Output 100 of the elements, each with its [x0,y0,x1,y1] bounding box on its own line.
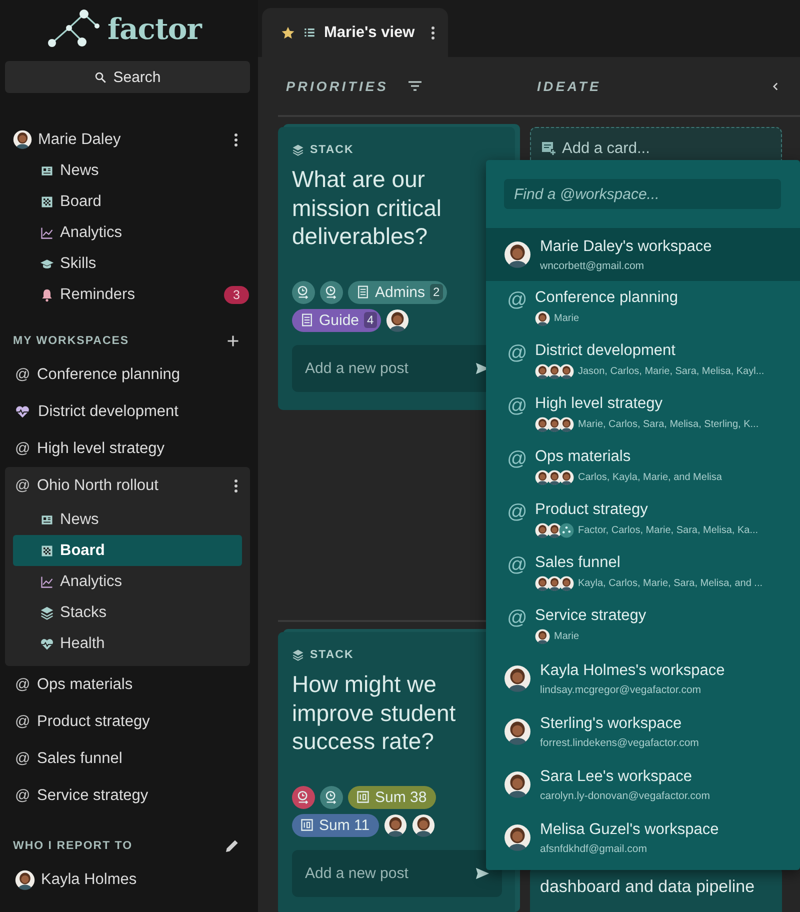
filter-icon [406,78,423,94]
nav-item[interactable]: Skills [5,248,250,279]
more-icon[interactable] [234,132,238,146]
member-list: Factor, Carlos, Marie, Sara, Melisa, Ka... [578,525,758,536]
workspace-option[interactable]: Marie Daley's workspace wncorbett@gmail.com [486,228,800,281]
at-symbol: @ [507,395,527,417]
avatar-icon [15,870,35,890]
option-title: Conference planning [535,289,678,307]
workspace-item[interactable]: @ High level strategy [5,430,250,467]
option-email: carolyn.ly-donovan@vegafactor.com [540,790,710,802]
workspace-option[interactable]: Sterling's workspace forrest.lindekens@vegafactor.com [486,705,800,758]
nav-item[interactable]: Reminders 3 [5,279,250,310]
tag-chip[interactable]: Sum 11 [292,814,379,836]
avatar-icon [13,130,32,149]
count-badge: 2 [430,284,443,300]
tag-chip[interactable]: Guide 4 [292,308,381,332]
more-icon[interactable] [430,26,435,40]
workspace-item[interactable]: @ Ops materials [5,666,250,703]
nav-item[interactable]: Health [5,628,250,659]
nav-item[interactable]: Analytics [5,217,250,248]
plus-icon [226,334,240,348]
list-icon [303,26,316,39]
document-icon [356,285,370,299]
at-symbol: @ [15,750,29,767]
column-title: PRIORITIES [286,78,389,94]
member-list: Marie [554,631,580,642]
nav-item[interactable]: Stacks [5,597,250,628]
timer-button[interactable] [320,280,343,304]
workspace-option[interactable]: Kayla Holmes's workspace lindsay.mcgregor@vegafactor.com [486,652,800,705]
avatar-icon [535,311,550,326]
nav-item[interactable]: Board [13,535,242,566]
avatar-icon [504,665,531,692]
option-email: lindsay.mcgregor@vegafactor.com [540,684,702,696]
view-tab[interactable]: Marie's view [262,8,448,57]
workspace-option[interactable]: @ Service strategy Marie [486,599,800,652]
avatar-icon [547,523,562,538]
chart-icon [40,226,54,240]
avatar-icon [559,470,574,485]
more-icon[interactable] [234,478,238,492]
count-badge: 3 [224,286,249,304]
user-item[interactable]: Marie Daley [5,124,250,155]
option-title: Ops materials [535,448,632,466]
timer-button[interactable] [292,280,315,304]
option-title: Product strategy [535,501,649,519]
heart-pulse-icon [40,636,54,650]
workspace-option[interactable]: @ Ops materials Carlos, Kayla, Marie, and Melisa [486,440,800,493]
avatar-icon [504,771,531,798]
option-title: Sterling's workspace [540,714,683,732]
news-icon [40,512,54,526]
avatar-icon [386,308,409,332]
at-symbol: @ [15,787,29,804]
card-title: What are our mission critical deliverables? [292,165,443,250]
workspace-item[interactable]: @ Product strategy [5,703,250,740]
avatar-icon [384,814,407,836]
avatar-icon [559,576,574,591]
option-title: Sara Lee's workspace [540,768,694,786]
nav-item[interactable]: Board [5,186,250,217]
nav-item[interactable]: News [5,155,250,186]
avatar-icon [535,576,550,591]
member-list: Carlos, Kayla, Marie, and Melisa [578,472,722,483]
workspace-option[interactable]: @ Product strategy Factor, Carlos, Marie, Sara, Melisa, Ka... [486,493,800,546]
calendar-icon [300,818,314,832]
workspace-item[interactable]: District development [5,393,250,430]
clock-icon [324,284,339,300]
member-list: Kayla, Carlos, Marie, Sara, Melisa, and ... [578,578,763,589]
timer-button[interactable] [292,786,315,808]
nav-item[interactable]: Analytics [5,566,250,597]
workspace-option[interactable]: @ Sales funnel Kayla, Carlos, Marie, Sara, Melisa, and ... [486,546,800,599]
member-list: Jason, Carlos, Marie, Sara, Melisa, Kayl... [578,366,764,377]
heart-pulse-icon [15,404,30,419]
at-symbol: @ [507,289,527,311]
avatar-icon [559,417,574,432]
search-button[interactable]: Search [5,61,250,93]
tag-chip[interactable]: Admins 2 [348,280,447,304]
avatar-icon [504,824,531,851]
workspace-item[interactable]: @ Conference planning [5,356,250,393]
workspace-item[interactable]: @ Sales funnel [5,740,250,777]
avatar-icon [504,241,531,268]
member-list: Marie [554,313,580,324]
card-type-label: STACK [310,649,354,661]
timer-button[interactable] [320,786,343,808]
avatar-icon [504,718,531,745]
avatar-icon [535,417,550,432]
avatar-icon [547,576,562,591]
grid-icon [40,194,54,208]
workspace-option[interactable]: @ Conference planning Marie [486,281,800,334]
workspace-item[interactable]: @ Service strategy [5,777,250,814]
person-item[interactable]: Kayla Holmes [5,861,250,898]
workspace-option[interactable]: Sara Lee's workspace carolyn.ly-donovan@vegafactor.com [486,758,800,811]
at-symbol: @ [507,448,527,470]
calendar-icon [356,790,370,804]
clock-icon [324,790,339,804]
post-field[interactable]: Add a new post [292,850,502,896]
workspace-item[interactable]: @ Ohio North rollout [5,467,250,504]
workspace-search-field[interactable]: Find a @workspace... [504,179,781,209]
avatar-icon [535,470,550,485]
member-list: Marie, Carlos, Sara, Melisa, Sterling, K... [578,419,759,430]
add-card-icon [540,140,556,156]
nav-item[interactable]: News [5,504,250,535]
avatar-icon [547,364,562,379]
